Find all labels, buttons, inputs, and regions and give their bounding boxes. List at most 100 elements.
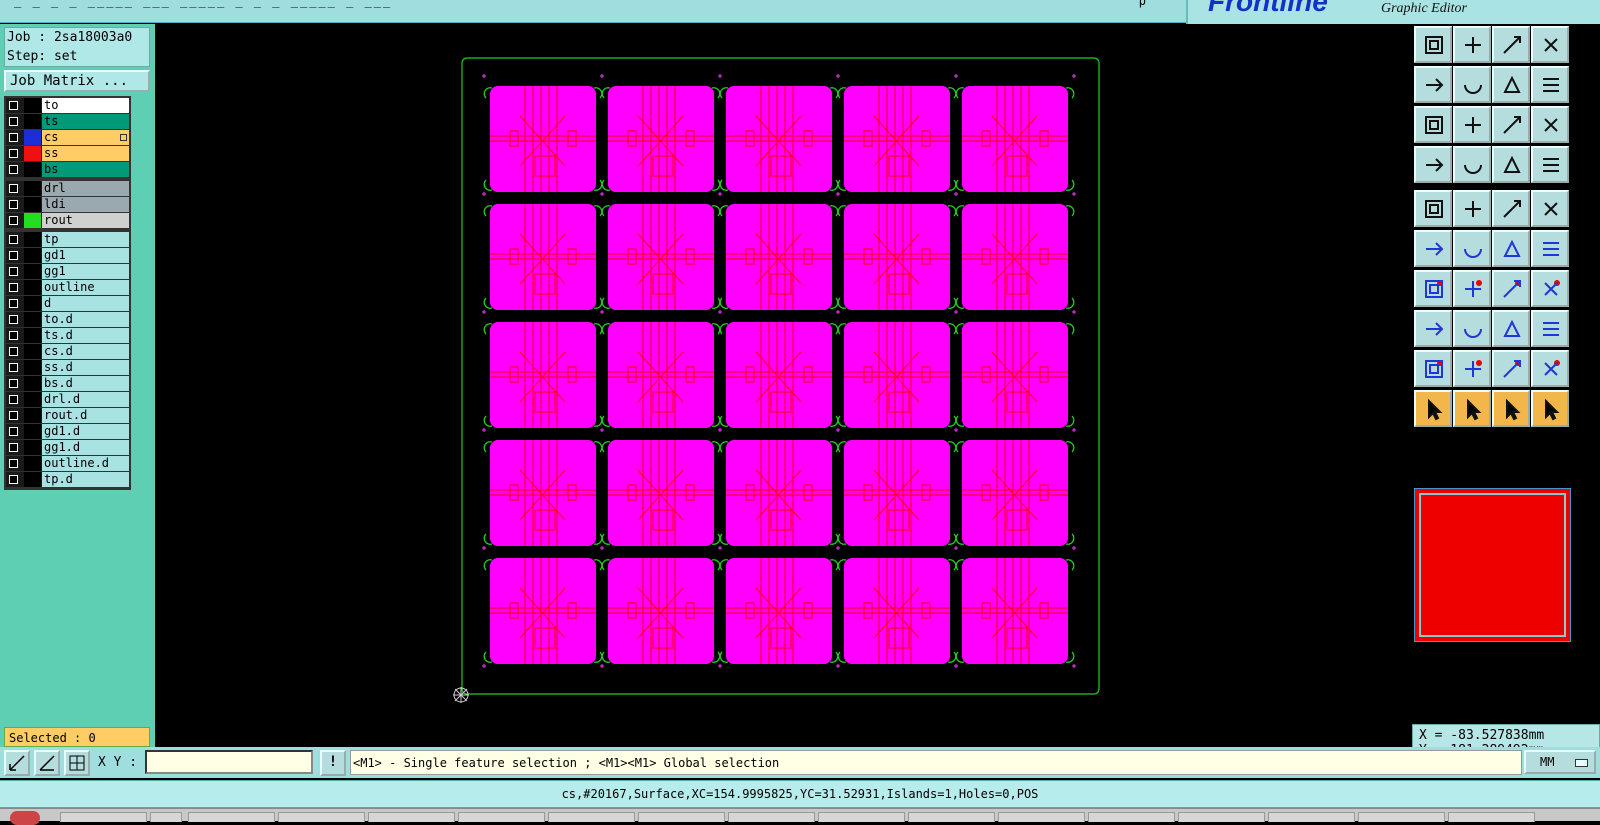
- rotate-button[interactable]: [1492, 270, 1530, 307]
- execute-button[interactable]: !: [320, 750, 346, 776]
- drc-a-button[interactable]: [1414, 350, 1452, 387]
- layer-checkbox[interactable]: [9, 165, 18, 174]
- layer-checkbox[interactable]: [9, 395, 18, 404]
- copy-feature-button[interactable]: [1531, 310, 1569, 347]
- overview-map[interactable]: [1414, 488, 1571, 642]
- task-button[interactable]: [1358, 812, 1445, 822]
- split-node-button[interactable]: [1531, 230, 1569, 267]
- drc-a3-button[interactable]: [1492, 350, 1530, 387]
- layer-checkbox[interactable]: [9, 267, 18, 276]
- drc-a4-button[interactable]: [1531, 350, 1569, 387]
- layer-row-gd1-d[interactable]: gd1.d: [6, 424, 129, 440]
- task-button[interactable]: [150, 812, 182, 822]
- help-button[interactable]: [1531, 106, 1569, 143]
- select-path-button[interactable]: [1531, 390, 1569, 427]
- layer-checkbox[interactable]: [9, 117, 18, 126]
- line-tool-button[interactable]: [1453, 270, 1491, 307]
- layer-row-to-d[interactable]: to.d: [6, 312, 129, 328]
- layer-row-bs-d[interactable]: bs.d: [6, 376, 129, 392]
- layer-checkbox[interactable]: [9, 411, 18, 420]
- redo-view-button[interactable]: [1531, 66, 1569, 103]
- shape-tool-button[interactable]: [1453, 190, 1491, 227]
- layer-row-gd1[interactable]: gd1: [6, 248, 129, 264]
- layer-checkbox[interactable]: [9, 331, 18, 340]
- route-snap-button[interactable]: [1492, 310, 1530, 347]
- move-node-button[interactable]: [1492, 230, 1530, 267]
- scale-1-2-button[interactable]: [1492, 106, 1530, 143]
- undo-view-button[interactable]: [1492, 66, 1530, 103]
- layer-checkbox[interactable]: [9, 149, 18, 158]
- zoom-home-button[interactable]: [1414, 26, 1452, 63]
- layer-checkbox[interactable]: [9, 315, 18, 324]
- pan-left-button[interactable]: [1414, 66, 1452, 103]
- pad-move-button[interactable]: [1414, 310, 1452, 347]
- layer-row-ldi[interactable]: ldi: [6, 197, 129, 213]
- mirror-f-button[interactable]: [1531, 270, 1569, 307]
- layer-checkbox[interactable]: [9, 443, 18, 452]
- task-button[interactable]: [1178, 812, 1265, 822]
- net-analyze-2-button[interactable]: [1531, 146, 1569, 183]
- line-cut-button[interactable]: [1453, 310, 1491, 347]
- layer-checkbox[interactable]: [9, 235, 18, 244]
- pan-right-button[interactable]: [1453, 66, 1491, 103]
- layer-row-rout[interactable]: rout: [6, 213, 129, 229]
- layer-row-ts[interactable]: ts: [6, 114, 129, 130]
- task-button[interactable]: [998, 812, 1085, 822]
- layer-row-tp-d[interactable]: tp.d: [6, 472, 129, 488]
- layer-checkbox[interactable]: [9, 133, 18, 142]
- task-button[interactable]: [638, 812, 725, 822]
- pad-tool-button[interactable]: [1453, 146, 1491, 183]
- layer-checkbox[interactable]: [9, 347, 18, 356]
- task-button[interactable]: [368, 812, 455, 822]
- layer-row-ss[interactable]: ss: [6, 146, 129, 162]
- layer-row-bs[interactable]: bs: [6, 162, 129, 178]
- select-rotate-button[interactable]: [1492, 390, 1530, 427]
- task-button[interactable]: [1448, 812, 1535, 822]
- task-button[interactable]: [1268, 812, 1355, 822]
- layer-row-d[interactable]: d: [6, 296, 129, 312]
- connect-button[interactable]: [1414, 230, 1452, 267]
- layer-row-cs-d[interactable]: cs.d: [6, 344, 129, 360]
- start-button[interactable]: [10, 811, 40, 825]
- delete-node-button[interactable]: [1453, 230, 1491, 267]
- select-box-button[interactable]: [1453, 390, 1491, 427]
- layer-row-ss-d[interactable]: ss.d: [6, 360, 129, 376]
- record-button[interactable]: [1414, 190, 1452, 227]
- zoom-window-button[interactable]: [1531, 26, 1569, 63]
- grid-toggle-button[interactable]: [64, 750, 90, 776]
- layer-row-rout-d[interactable]: rout.d: [6, 408, 129, 424]
- layer-row-to[interactable]: to: [6, 98, 129, 114]
- layer-checkbox[interactable]: [9, 363, 18, 372]
- layer-checkbox[interactable]: [9, 283, 18, 292]
- units-select[interactable]: MM: [1524, 750, 1596, 774]
- net-analyze-button[interactable]: [1492, 146, 1530, 183]
- layer-checkbox[interactable]: [9, 101, 18, 110]
- ruler-button[interactable]: [1492, 190, 1530, 227]
- zoom-fit-button[interactable]: [1453, 26, 1491, 63]
- layer-checkbox[interactable]: [9, 184, 18, 193]
- layer-row-outline-d[interactable]: outline.d: [6, 456, 129, 472]
- measure-tool-button[interactable]: [1414, 146, 1452, 183]
- angle-line-button[interactable]: [1414, 270, 1452, 307]
- snap-mode-button[interactable]: [4, 750, 30, 776]
- graphic-canvas[interactable]: [155, 24, 1412, 747]
- layer-checkbox[interactable]: [9, 200, 18, 209]
- layer-row-outline[interactable]: outline: [6, 280, 129, 296]
- layer-checkbox[interactable]: [9, 427, 18, 436]
- task-button[interactable]: [728, 812, 815, 822]
- layer-row-gg1-d[interactable]: gg1.d: [6, 440, 129, 456]
- task-button[interactable]: [188, 812, 275, 822]
- zoom-center-button[interactable]: [1453, 106, 1491, 143]
- xy-input[interactable]: [145, 750, 313, 774]
- layer-checkbox[interactable]: [9, 459, 18, 468]
- layer-row-gg1[interactable]: gg1: [6, 264, 129, 280]
- layer-row-cs[interactable]: cs: [6, 130, 129, 146]
- layer-row-drl-d[interactable]: drl.d: [6, 392, 129, 408]
- dot-select-button[interactable]: [1531, 190, 1569, 227]
- home-button[interactable]: [1492, 26, 1530, 63]
- layer-row-drl[interactable]: drl: [6, 181, 129, 197]
- layer-checkbox[interactable]: [9, 379, 18, 388]
- task-button[interactable]: [1088, 812, 1175, 822]
- layer-checkbox[interactable]: [9, 251, 18, 260]
- layer-checkbox[interactable]: [9, 299, 18, 308]
